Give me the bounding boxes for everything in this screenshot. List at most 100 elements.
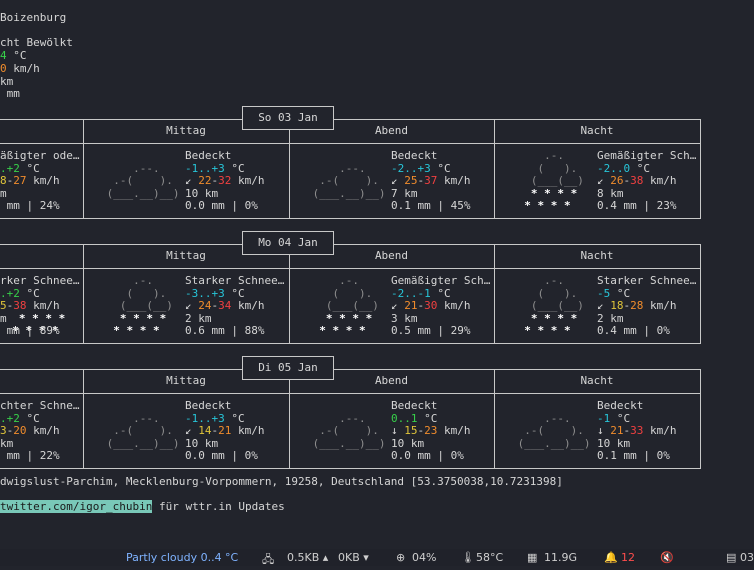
day-header-border: [0, 268, 700, 269]
forecast-temp-value: .+2: [0, 286, 20, 300]
forecast-temp-value: -2..+3: [391, 161, 431, 175]
cloud-icon: (___(__): [511, 174, 598, 188]
forecast-wind-unit: km/h: [643, 299, 677, 313]
cloud-icon: (___.__)__): [306, 186, 393, 200]
forecast-temp-unit: °C: [430, 161, 451, 175]
forecast-wind-unit: km/h: [437, 299, 471, 313]
status-clock[interactable]: 03: [740, 551, 754, 564]
forecast-precip: 0.5 mm | 29%: [391, 324, 471, 338]
forecast-temp-unit: °C: [224, 411, 245, 425]
snow-icon: * * * *: [306, 324, 393, 338]
net-down-arrow-icon: ▾: [363, 551, 369, 564]
status-net-down[interactable]: 0KB ▾: [338, 551, 369, 564]
day-column-divider: [700, 119, 701, 219]
forecast-wind: ↙ 18-28 km/h: [597, 299, 677, 313]
day-date: Mo 04 Jan: [242, 231, 334, 255]
forecast-temp-unit: °C: [19, 161, 40, 175]
day-bottom-border: [0, 468, 700, 469]
forecast-precip: 0.0 mm | 0%: [391, 449, 464, 463]
forecast-wind-value: 5-38: [0, 299, 27, 313]
cloud-icon: .-( ).: [100, 174, 187, 188]
forecast-wind-value: 26-38: [610, 174, 644, 188]
cloud-icon: .-( ).: [511, 424, 598, 438]
forecast-temp-value: -1: [597, 411, 611, 425]
net-down-value: 0KB: [338, 551, 360, 564]
status-bar: Partly cloudy 0..4 °C 🖧 0.5KB ▴ 0KB ▾ ⊕ …: [0, 549, 754, 566]
forecast-wind-unit: km/h: [231, 424, 265, 438]
footer-location: dwigslust-Parchim, Mecklenburg-Vorpommer…: [0, 475, 563, 488]
snow-icon: * * * *: [100, 324, 187, 338]
day-top-border: [0, 119, 700, 120]
forecast-wind: 8-27 km/h: [0, 174, 60, 188]
cloud-icon: (___(__): [306, 299, 393, 313]
status-temp[interactable]: 58°C: [476, 551, 503, 564]
status-mem[interactable]: 11.9G: [544, 551, 577, 564]
forecast-wind: 3-20 km/h: [0, 424, 60, 438]
wind-arrow-icon: ↙: [597, 299, 611, 313]
forecast-wind: 5-38 km/h: [0, 299, 60, 313]
wind-arrow-icon: ↙: [391, 299, 405, 313]
day-bottom-border: [0, 343, 700, 344]
day-column-divider: [700, 244, 701, 344]
forecast-wind: ↙ 25-37 km/h: [391, 174, 471, 188]
current-condition: cht Bewölkt: [0, 36, 73, 49]
section-header: Nacht: [580, 249, 614, 262]
day-header-border: [0, 143, 700, 144]
cloud-icon: .-( ).: [100, 424, 187, 438]
cloud-icon: (___.__)__): [100, 436, 187, 450]
snow-icon: * * * *: [511, 199, 598, 213]
current-temp-unit: °C: [6, 49, 27, 62]
status-alerts[interactable]: 12: [621, 551, 635, 564]
forecast-temp-value: 0..1: [391, 411, 418, 425]
forecast-wind-unit: km/h: [231, 299, 265, 313]
forecast-wind: ↓ 15-23 km/h: [391, 424, 471, 438]
wind-arrow-icon: ↙: [185, 424, 199, 438]
forecast-wind-value: 8-27: [0, 174, 27, 188]
wind-arrow-icon: ↙: [597, 174, 611, 188]
cloud-icon: (___.__)__): [306, 436, 393, 450]
current-wind-unit: km/h: [6, 62, 40, 75]
status-weather[interactable]: Partly cloudy 0..4 °C: [126, 551, 238, 564]
forecast-temp-unit: °C: [417, 411, 438, 425]
forecast-wind-unit: km/h: [437, 424, 471, 438]
forecast-precip: 0.4 mm | 0%: [597, 324, 670, 338]
cloud-icon: .-.: [306, 274, 393, 287]
cloud-icon: (___(__): [100, 299, 187, 313]
forecast-wind-unit: km/h: [26, 299, 60, 313]
cloud-icon: .-( ).: [306, 174, 393, 188]
forecast-temp-unit: °C: [610, 286, 631, 300]
forecast-temp-value: -5: [597, 286, 611, 300]
forecast-wind-unit: km/h: [643, 424, 677, 438]
forecast-precip: 0.6 mm | 88%: [185, 324, 265, 338]
forecast-temp-value: -2..-1: [391, 286, 431, 300]
forecast-wind-value: 15-23: [404, 424, 438, 438]
cloud-icon: (___.__)__): [511, 436, 598, 450]
day-top-border: [0, 244, 700, 245]
current-temp-value: 4: [0, 49, 7, 62]
day-date: So 03 Jan: [242, 106, 334, 130]
status-cpu[interactable]: 04%: [412, 551, 436, 564]
forecast-precip: 0.0 mm | 0%: [185, 199, 258, 213]
forecast-temp-unit: °C: [430, 286, 451, 300]
forecast-temp-unit: °C: [630, 161, 650, 175]
network-icon: 🖧: [262, 553, 275, 566]
current-wind-value: 0: [0, 62, 7, 75]
bell-icon: 🔔: [604, 551, 618, 564]
forecast-wind-value: 18-28: [610, 299, 644, 313]
status-net-up[interactable]: 0.5KB ▴: [287, 551, 328, 564]
forecast-wind-unit: km/h: [643, 174, 677, 188]
forecast-wind-unit: km/h: [26, 174, 60, 188]
forecast-wind-value: 21-30: [404, 299, 438, 313]
section-header: Nacht: [580, 374, 614, 387]
calendar-icon: ▤: [726, 551, 737, 564]
day-top-border: [0, 369, 700, 370]
forecast-wind-value: 3-20: [0, 424, 27, 438]
cloud-icon: (___(__): [511, 299, 598, 313]
day-bottom-border: [0, 218, 700, 219]
wind-arrow-icon: ↙: [185, 174, 199, 188]
forecast-precip: 0.4 mm | 23%: [597, 199, 677, 213]
forecast-wind: ↙ 26-38 km/h: [597, 174, 677, 188]
forecast-wind-value: 14-21: [198, 424, 232, 438]
forecast-temp-value: .+2: [0, 161, 20, 175]
twitter-link[interactable]: twitter.com/igor_chubin: [0, 500, 153, 513]
